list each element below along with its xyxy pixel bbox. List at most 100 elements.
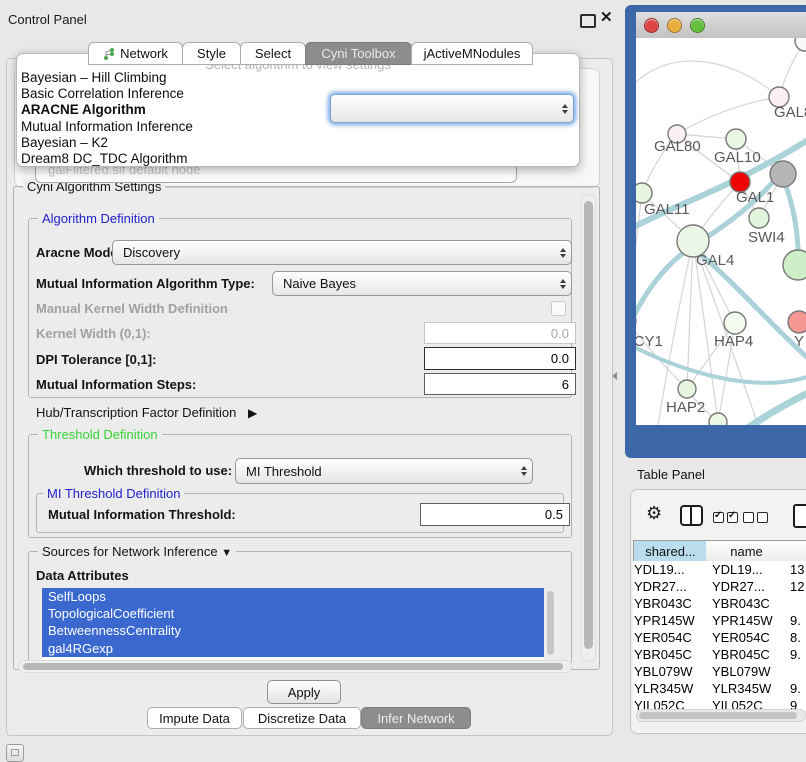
network-node-label: GAL10 [714,149,761,166]
tab-select[interactable]: Select [240,42,306,65]
apply-button[interactable]: Apply [267,680,341,704]
which-threshold-value: MI Threshold [236,464,516,479]
dpi-tolerance-label: DPI Tolerance [0,1]: [36,352,156,367]
network-node[interactable] [726,129,746,149]
which-threshold-combo[interactable]: MI Threshold [235,458,533,484]
aracne-mode-combo[interactable]: Discovery [112,240,572,265]
table-cell: 13 [790,561,804,578]
tab-impute-data[interactable]: Impute Data [147,707,242,729]
splitpane-collapse-arrow-icon[interactable] [612,372,617,380]
tab-style[interactable]: Style [182,42,241,65]
combo-stepper-icon [555,248,571,258]
table-row[interactable]: YPR145WYPR145W9. [633,612,806,629]
tab-label: Style [197,46,226,61]
network-node[interactable] [724,312,746,334]
expanded-arrow-icon: ▼ [221,547,232,559]
algorithm-option[interactable]: Bayesian – Hill Climbing [17,70,579,86]
table-cell: YDR27... [712,578,765,595]
sources-group-title[interactable]: Sources for Network Inference ▼ [38,544,236,559]
kernel-width-field[interactable]: 0.0 [424,322,576,344]
network-node[interactable] [749,208,769,228]
table-cell: YDL19... [634,561,685,578]
column-layout-icon[interactable] [680,505,703,526]
network-tab-icon [103,48,115,60]
table-row[interactable]: YBR045CYBR045C9. [633,646,806,663]
table-cell: YLR345W [712,680,771,697]
combo-stepper-icon [555,279,571,289]
column-header-name[interactable]: name [706,540,788,562]
dpi-tolerance-value: 0.0 [551,351,569,366]
zoom-traffic-light[interactable] [690,18,705,33]
table-horizontal-scrollbar[interactable] [636,709,806,722]
minimize-traffic-light[interactable] [667,18,682,33]
algorithm-select-combo[interactable] [330,94,574,123]
mi-type-combo[interactable]: Naive Bayes [272,271,572,296]
table-body[interactable]: YDL19...YDL19...13YDR27...YDR27...12YBR0… [633,561,806,711]
manual-kernel-label: Manual Kernel Width Definition [36,301,228,316]
network-node-label: Y [794,333,804,350]
table-cell: YER054C [634,629,692,646]
dpi-tolerance-field[interactable]: 0.0 [424,347,576,370]
attribute-list-item[interactable]: SelfLoops [42,588,544,605]
table-row[interactable]: YDR27...YDR27...12 [633,578,806,595]
aracne-mode-value: Discovery [113,245,555,260]
tab-discretize-data[interactable]: Discretize Data [243,707,361,729]
data-attributes-list[interactable]: SelfLoopsTopologicalCoefficientBetweenne… [42,588,544,660]
tab-label: Select [255,46,291,61]
tab-cyni-toolbox[interactable]: Cyni Toolbox [305,42,412,65]
network-node[interactable] [770,161,796,187]
column-header-shared-name[interactable]: shared... [633,540,708,562]
table-mode-icon[interactable] [793,504,806,528]
settings-horizontal-scrollbar[interactable] [18,660,572,673]
network-node[interactable] [709,413,727,425]
network-window-titlebar[interactable] [636,12,806,39]
tab-jactivemnodules[interactable]: jActiveMNodules [411,42,533,65]
mi-threshold-value: 0.5 [545,507,563,522]
manual-kernel-checkbox[interactable] [551,301,566,316]
table-row[interactable]: YBR043CYBR043C [633,595,806,612]
table-header: shared... name [633,540,806,561]
network-node[interactable] [788,311,806,333]
which-threshold-label: Which threshold to use: [84,463,232,478]
table-cell: 9. [790,612,801,629]
network-node-label: GAL1 [736,189,774,206]
network-canvas[interactable]: GAL8GAL80GAL10GAL1GAL11SWI4GAL4GCY1HAP4Y… [636,38,806,425]
deselect-all-checkboxes-icon[interactable] [743,510,771,528]
attribute-list-item[interactable]: TopologicalCoefficient [42,605,544,622]
tab-infer-network[interactable]: Infer Network [361,707,471,729]
tab-label: Network [120,46,168,61]
dock-panel-icon[interactable] [6,744,24,762]
network-node[interactable] [636,183,652,203]
attributes-list-scrollbar[interactable] [546,589,555,659]
mi-steps-field[interactable]: 6 [424,373,576,395]
network-canvas-svg: GAL8GAL80GAL10GAL1GAL11SWI4GAL4GCY1HAP4Y… [636,38,806,425]
algorithm-option[interactable]: Bayesian – K2 [17,135,579,151]
hub-definition-toggle[interactable]: Hub/Transcription Factor Definition ▶ [36,405,257,420]
table-cell: YDR27... [634,578,687,595]
table-panel-title: Table Panel [637,467,705,482]
tab-network[interactable]: Network [88,42,183,65]
close-traffic-light[interactable] [644,18,659,33]
settings-vertical-scrollbar[interactable] [581,194,596,662]
network-node[interactable] [783,250,806,280]
float-window-button[interactable] [580,14,596,28]
algorithm-option[interactable]: Dream8 DC_TDC Algorithm [17,151,579,167]
attribute-list-item[interactable]: gal4RGexp [42,640,544,657]
table-row[interactable]: YBL079WYBL079W [633,663,806,680]
table-row[interactable]: YDL19...YDL19...13 [633,561,806,578]
mi-steps-label: Mutual Information Steps: [36,377,196,392]
close-panel-button[interactable]: ✕ [600,12,613,24]
network-node[interactable] [795,38,806,51]
tab-label: Cyni Toolbox [321,46,395,61]
network-node-label: HAP4 [714,333,753,350]
select-all-checkboxes-icon[interactable] [713,510,741,528]
table-row[interactable]: YER054CYER054C8. [633,629,806,646]
sources-title-text: Sources for Network Inference [42,544,218,559]
table-cell: YLR345W [634,680,693,697]
column-header-clipped[interactable] [787,540,806,562]
table-row[interactable]: YLR345WYLR345W9. [633,680,806,697]
mi-threshold-field[interactable]: 0.5 [420,503,570,526]
attribute-list-item[interactable]: BetweennessCentrality [42,622,544,639]
network-node[interactable] [678,380,696,398]
gear-icon[interactable]: ⚙ [646,504,662,522]
